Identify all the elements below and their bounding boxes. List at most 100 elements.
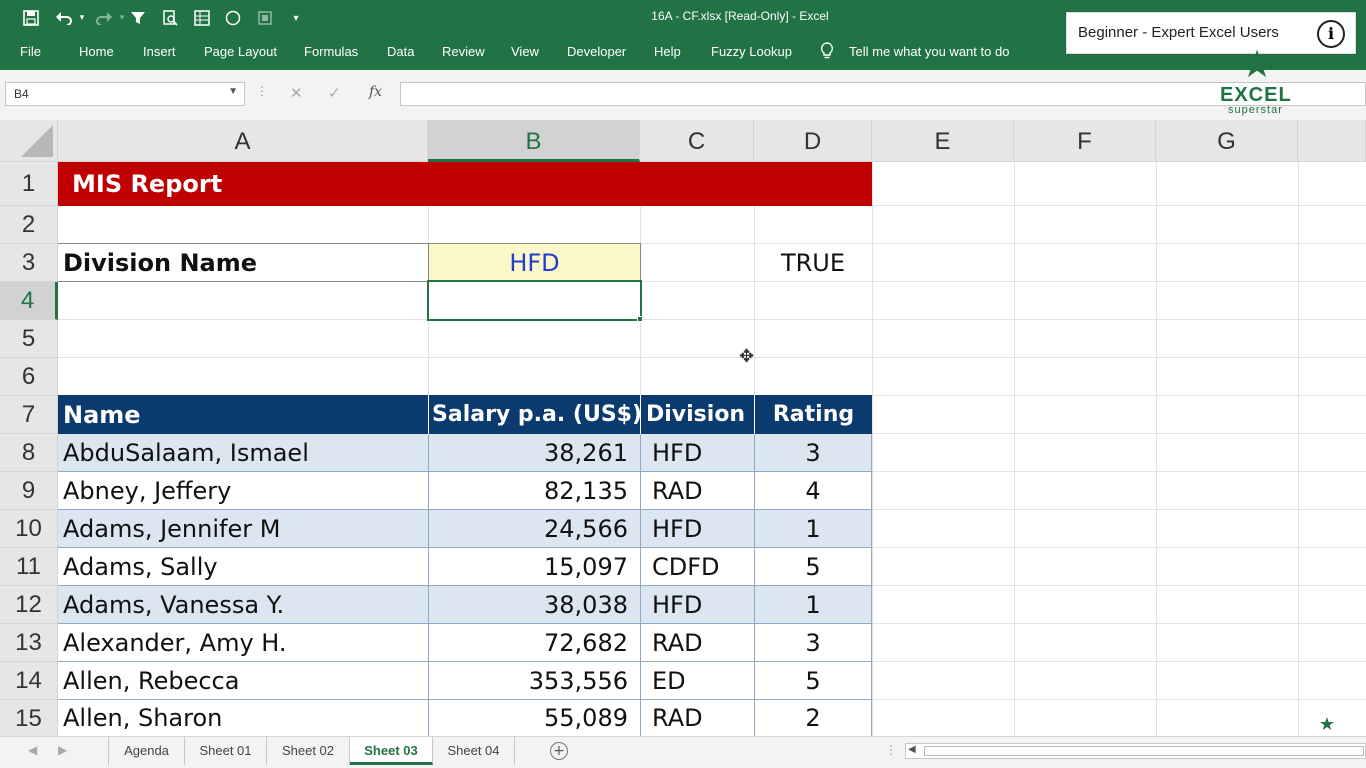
tab-help[interactable]: Help [654, 44, 681, 59]
table-cell-rating[interactable]: 1 [754, 510, 872, 548]
row-header-15[interactable]: 15 [0, 700, 58, 736]
header-rating[interactable]: Rating [754, 395, 872, 434]
worksheet-grid[interactable]: A B C D E F G 1 2 3 4 5 6 7 8 9 10 11 12… [0, 120, 1366, 736]
table-cell-division[interactable]: RAD [640, 624, 755, 662]
row-header-3[interactable]: 3 [0, 244, 58, 282]
row-header-9[interactable]: 9 [0, 472, 58, 510]
table-cell-salary[interactable]: 55,089 [428, 700, 641, 736]
table-cell-name[interactable]: Adams, Jennifer M [58, 510, 429, 548]
table-cell-rating[interactable]: 4 [754, 472, 872, 510]
column-header-e[interactable]: E [872, 120, 1014, 162]
row-header-7[interactable]: 7 [0, 396, 58, 434]
tab-fuzzy-lookup[interactable]: Fuzzy Lookup [711, 44, 792, 59]
tab-insert[interactable]: Insert [143, 44, 176, 59]
header-name[interactable]: Name [58, 395, 429, 434]
table-cell-division[interactable]: RAD [640, 472, 755, 510]
tab-review[interactable]: Review [442, 44, 485, 59]
horizontal-scrollbar[interactable]: ◀ [905, 743, 1366, 759]
insert-function-icon[interactable]: fx [369, 84, 382, 100]
tab-formulas[interactable]: Formulas [304, 44, 358, 59]
table-cell-name[interactable]: Allen, Rebecca [58, 662, 429, 700]
column-header-d[interactable]: D [754, 120, 872, 162]
table-cell-rating[interactable]: 1 [754, 586, 872, 624]
table-cell-rating[interactable]: 5 [754, 662, 872, 700]
sheet-tab-sheet-02[interactable]: Sheet 02 [267, 737, 350, 765]
row-header-6[interactable]: 6 [0, 358, 58, 396]
sheet-tab-bar: ◀ ▶ Agenda Sheet 01 Sheet 02 Sheet 03 Sh… [0, 736, 1366, 768]
row-header-13[interactable]: 13 [0, 624, 58, 662]
sheet-tab-sheet-03[interactable]: Sheet 03 [350, 737, 433, 765]
table-cell-division[interactable]: ED [640, 662, 755, 700]
select-all-corner[interactable] [0, 120, 58, 162]
report-title-cell[interactable]: MIS Report [58, 162, 872, 206]
sheet-tab-sheet-04[interactable]: Sheet 04 [433, 737, 515, 765]
info-icon[interactable]: i [1317, 20, 1345, 48]
chevron-down-icon[interactable]: ▼ [228, 86, 238, 97]
table-cell-division[interactable]: CDFD [640, 548, 755, 586]
tab-splitter[interactable]: ⋮ [885, 743, 897, 757]
column-header-b[interactable]: B [428, 120, 640, 162]
tab-developer[interactable]: Developer [567, 44, 626, 59]
column-header-g[interactable]: G [1156, 120, 1298, 162]
table-cell-name[interactable]: Allen, Sharon [58, 700, 429, 736]
tab-home[interactable]: Home [79, 44, 114, 59]
scroll-left-icon[interactable]: ◀ [28, 743, 37, 757]
table-cell-rating[interactable]: 3 [754, 624, 872, 662]
add-sheet-icon[interactable]: + [550, 742, 568, 760]
tab-view[interactable]: View [511, 44, 539, 59]
table-cell-rating[interactable]: 5 [754, 548, 872, 586]
enter-icon[interactable]: ✓ [328, 84, 341, 102]
tell-me-search[interactable]: Tell me what you want to do [849, 44, 1009, 59]
table-cell-salary[interactable]: 24,566 [428, 510, 641, 548]
fill-handle[interactable] [637, 316, 643, 322]
row-header-14[interactable]: 14 [0, 662, 58, 700]
table-cell-division[interactable]: HFD [640, 434, 755, 472]
table-cell-name[interactable]: AbduSalaam, Ismael [58, 434, 429, 472]
header-salary[interactable]: Salary p.a. (US$) [428, 395, 641, 434]
scrollbar-thumb[interactable] [924, 746, 1364, 756]
table-cell-salary[interactable]: 353,556 [428, 662, 641, 700]
table-cell-division[interactable]: HFD [640, 510, 755, 548]
tab-data[interactable]: Data [387, 44, 414, 59]
row-header-8[interactable]: 8 [0, 434, 58, 472]
table-cell-salary[interactable]: 15,097 [428, 548, 641, 586]
sheet-tab-agenda[interactable]: Agenda [108, 737, 185, 765]
table-cell-salary[interactable]: 72,682 [428, 624, 641, 662]
table-cell-division[interactable]: HFD [640, 586, 755, 624]
table-cell-name[interactable]: Alexander, Amy H. [58, 624, 429, 662]
table-cell-division[interactable]: RAD [640, 700, 755, 736]
scroll-left-arrow-icon[interactable]: ◀ [908, 744, 916, 755]
division-input-cell[interactable]: HFD [428, 243, 641, 282]
scroll-right-icon[interactable]: ▶ [58, 743, 67, 757]
sheet-tab-sheet-01[interactable]: Sheet 01 [185, 737, 267, 765]
table-cell-salary[interactable]: 38,038 [428, 586, 641, 624]
formula-bar-splitter[interactable]: ⋮ [256, 84, 268, 98]
column-header-a[interactable]: A [58, 120, 428, 162]
row-header-5[interactable]: 5 [0, 320, 58, 358]
row-header-12[interactable]: 12 [0, 586, 58, 624]
channel-badge[interactable]: Beginner - Expert Excel Users i [1066, 12, 1356, 54]
name-box[interactable]: B4 ▼ [5, 82, 245, 106]
row-header-10[interactable]: 10 [0, 510, 58, 548]
column-header-c[interactable]: C [640, 120, 754, 162]
match-result-cell[interactable]: TRUE [754, 244, 872, 282]
selected-cell-b4[interactable] [427, 280, 642, 321]
table-cell-name[interactable]: Adams, Sally [58, 548, 429, 586]
row-header-4[interactable]: 4 [0, 282, 58, 320]
table-cell-name[interactable]: Abney, Jeffery [58, 472, 429, 510]
column-header-f[interactable]: F [1014, 120, 1156, 162]
table-cell-salary[interactable]: 82,135 [428, 472, 641, 510]
tab-file[interactable]: File [20, 44, 41, 59]
header-division[interactable]: Division [640, 395, 755, 434]
row-header-2[interactable]: 2 [0, 206, 58, 244]
column-header-h[interactable] [1298, 120, 1366, 162]
table-cell-name[interactable]: Adams, Vanessa Y. [58, 586, 429, 624]
division-name-label[interactable]: Division Name [58, 243, 429, 282]
row-header-11[interactable]: 11 [0, 548, 58, 586]
tab-page-layout[interactable]: Page Layout [204, 44, 277, 59]
table-cell-rating[interactable]: 2 [754, 700, 872, 736]
table-cell-rating[interactable]: 3 [754, 434, 872, 472]
row-header-1[interactable]: 1 [0, 162, 58, 206]
cancel-icon[interactable]: ✕ [290, 84, 303, 102]
table-cell-salary[interactable]: 38,261 [428, 434, 641, 472]
